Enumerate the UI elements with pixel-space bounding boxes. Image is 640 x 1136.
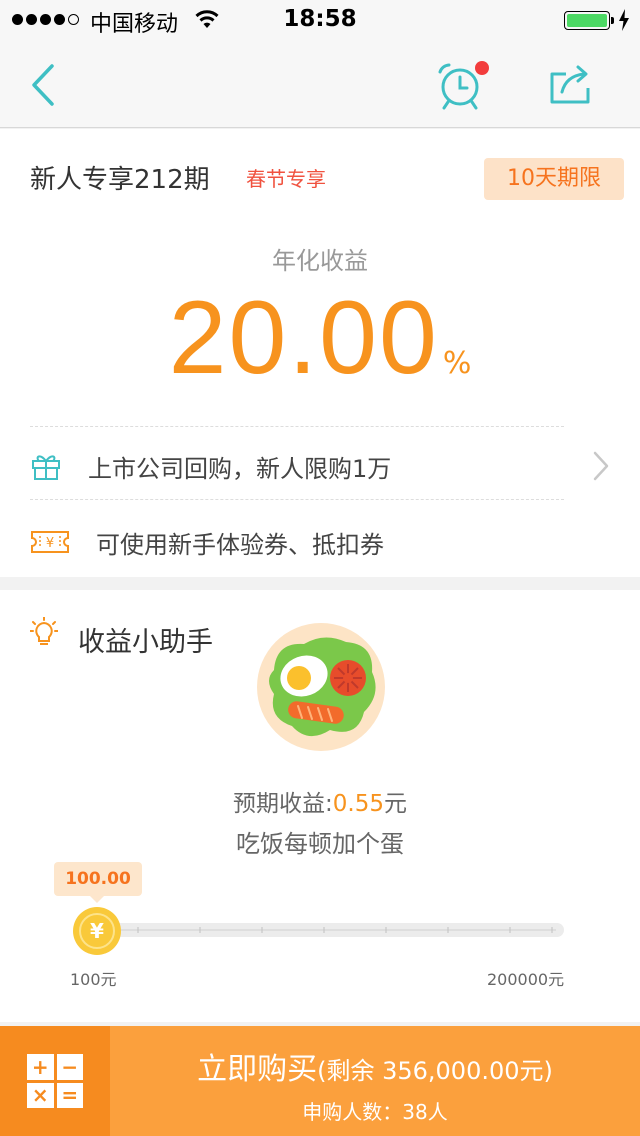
lightbulb-icon: [30, 617, 58, 645]
calc-times: ×: [27, 1082, 54, 1108]
annual-yield-label: 年化收益: [272, 247, 368, 275]
gift-icon: [32, 455, 60, 480]
product-card: 新人专享212期 春节专享 10天期限 年化收益 20.00% 上市公司回购，新…: [0, 129, 640, 577]
ticket-icon: ¥: [31, 531, 69, 553]
buy-now-label: 立即购买: [197, 1052, 318, 1087]
assistant-title: 收益小助手: [78, 627, 213, 658]
annual-yield-unit: %: [442, 346, 472, 381]
expected-earnings-label: 预期收益:: [233, 791, 333, 817]
product-title: 新人专享212期: [30, 165, 210, 195]
earnings-assistant-card: 收益小助手 预期收益:0.55元 吃饭每顿加个蛋 100.00 ¥ 100元 2…: [0, 590, 640, 1022]
coupon-info-text: 可使用新手体验券、抵扣券: [96, 530, 384, 559]
buy-now-title: 立即购买(剩余 356,000.00元): [110, 1044, 640, 1088]
svg-text:¥: ¥: [90, 919, 104, 943]
expected-earnings: 预期收益:0.55元: [0, 784, 640, 818]
status-bar: 中国移动 18:58: [0, 0, 640, 40]
share-icon[interactable]: [548, 62, 592, 106]
promo-tag: 春节专享: [246, 167, 326, 191]
buyer-count: 申购人数：38人: [302, 1100, 448, 1124]
calc-plus: +: [27, 1054, 54, 1080]
remaining-amount: (剩余 356,000.00元): [317, 1057, 553, 1085]
calculator-icon: + − × =: [27, 1054, 83, 1108]
amount-bubble: 100.00: [54, 862, 142, 896]
divider: [30, 426, 564, 427]
calculator-button[interactable]: + − × =: [0, 1026, 110, 1136]
buyback-info-text: 上市公司回购，新人限购1万: [88, 454, 392, 483]
expected-earnings-unit: 元: [383, 791, 407, 817]
slider-min-label: 100元: [70, 970, 117, 989]
amount-bubble-tip: [90, 896, 104, 903]
coupon-info-row: ¥ 可使用新手体验券、抵扣券: [30, 512, 614, 572]
yuan-coin-icon[interactable]: ¥: [72, 906, 122, 956]
calc-minus: −: [56, 1054, 83, 1080]
divider: [30, 499, 564, 500]
term-badge: 10天期限: [484, 158, 624, 200]
buy-now-button[interactable]: 立即购买(剩余 356,000.00元) 申购人数：38人: [110, 1026, 640, 1136]
egg-salad-plate-illustration: [257, 623, 385, 751]
navigation-bar: [0, 40, 640, 128]
charging-bolt-icon: [619, 9, 629, 31]
calc-equals: =: [56, 1082, 83, 1108]
chevron-right-icon: [593, 451, 609, 481]
annual-yield-value: 20.00: [168, 280, 439, 396]
annual-yield: 20.00%: [0, 279, 640, 398]
slider-ticks: [100, 927, 556, 933]
slider-max-label: 200000元: [487, 970, 565, 989]
battery-cap: [611, 17, 614, 24]
bottom-action-bar: + − × = 立即购买(剩余 356,000.00元) 申购人数：38人: [0, 1026, 640, 1136]
notification-dot: [475, 61, 489, 75]
svg-text:¥: ¥: [46, 536, 54, 551]
alarm-clock-icon[interactable]: [434, 60, 490, 112]
earnings-slogan: 吃饭每顿加个蛋: [236, 830, 404, 858]
battery-icon: [564, 11, 610, 30]
chevron-left-icon[interactable]: [26, 62, 58, 108]
expected-earnings-value: 0.55: [332, 791, 384, 817]
status-time: 18:58: [283, 6, 357, 32]
buyback-info-row[interactable]: 上市公司回购，新人限购1万: [30, 436, 614, 496]
